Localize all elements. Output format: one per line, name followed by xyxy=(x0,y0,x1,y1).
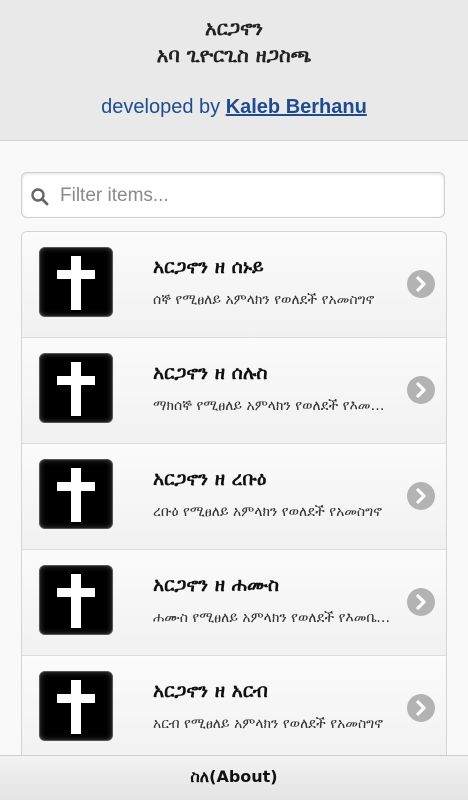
developed-by-text: developed by xyxy=(101,96,226,118)
chevron-right-icon[interactable] xyxy=(407,376,435,404)
cross-icon xyxy=(57,362,95,416)
item-description: ማክሰኞ የሚፀለይ አምላክን የወለደች የእመቤታችን xyxy=(153,398,393,414)
cross-thumbnail xyxy=(39,671,113,741)
cross-thumbnail xyxy=(39,247,113,317)
filter-bar[interactable] xyxy=(21,172,445,218)
app-title-line1: አርጋኖን xyxy=(204,16,264,40)
list-item[interactable]: አርጋኖን ዘ አርብ አርብ የሚፀለይ አምላክን የወለደች የአመስግኖ xyxy=(22,656,446,762)
chevron-right-icon[interactable] xyxy=(407,588,435,616)
list-item[interactable]: አርጋኖን ዘ ሐሙስ ሐሙስ የሚፀለይ አምላክን የወለደች የእመቤታች… xyxy=(22,550,446,656)
item-description: ሐሙስ የሚፀለይ አምላክን የወለደች የእመቤታችን xyxy=(153,610,393,626)
cross-icon xyxy=(57,680,95,734)
cross-icon xyxy=(57,256,95,310)
item-description: አርብ የሚፀለይ አምላክን የወለደች የአመስግኖ xyxy=(153,716,383,732)
item-title: አርጋኖን ዘ ሰኑይ xyxy=(153,256,264,278)
list-item[interactable]: አርጋኖን ዘ ሰኑይ ሰኞ የሚፀለይ አምላክን የወለደች የአመስግኖ xyxy=(22,232,446,338)
cross-icon xyxy=(57,468,95,522)
cross-thumbnail xyxy=(39,459,113,529)
item-description: ረቡዕ የሚፀለይ አምላክን የወለደች የአመስግኖ xyxy=(153,504,382,520)
chevron-right-icon[interactable] xyxy=(407,482,435,510)
chevron-right-icon[interactable] xyxy=(407,270,435,298)
item-title: አርጋኖን ዘ ሰሉስ xyxy=(153,362,268,384)
list-item[interactable]: አርጋኖን ዘ ሰሉስ ማክሰኞ የሚፀለይ አምላክን የወለደች የእመቤታ… xyxy=(22,338,446,444)
developer-credit: developed by Kaleb Berhanu xyxy=(0,96,468,119)
chevron-right-icon[interactable] xyxy=(407,694,435,722)
item-description: ሰኞ የሚፀለይ አምላክን የወለደች የአመስግኖ xyxy=(153,292,375,308)
filter-input[interactable] xyxy=(58,179,442,213)
app-header: አርጋኖን አባ ጊዮርጊስ ዘጋስጫ developed by Kaleb B… xyxy=(0,0,468,141)
app-title-line2: አባ ጊዮርጊስ ዘጋስጫ xyxy=(156,43,312,67)
about-footer-button[interactable]: ስለ(About) xyxy=(0,755,468,800)
items-list: አርጋኖን ዘ ሰኑይ ሰኞ የሚፀለይ አምላክን የወለደች የአመስግኖ … xyxy=(21,231,447,771)
item-title: አርጋኖን ዘ ሐሙስ xyxy=(153,574,280,596)
item-title: አርጋኖን ዘ ረቡዕ xyxy=(153,468,267,490)
developer-link[interactable]: Kaleb Berhanu xyxy=(226,96,367,118)
search-icon xyxy=(31,188,49,206)
about-label: ስለ(About) xyxy=(190,767,278,786)
item-title: አርጋኖን ዘ አርብ xyxy=(153,680,268,702)
cross-thumbnail xyxy=(39,565,113,635)
cross-icon xyxy=(57,574,95,628)
cross-thumbnail xyxy=(39,353,113,423)
list-item[interactable]: አርጋኖን ዘ ረቡዕ ረቡዕ የሚፀለይ አምላክን የወለደች የአመስግኖ xyxy=(22,444,446,550)
